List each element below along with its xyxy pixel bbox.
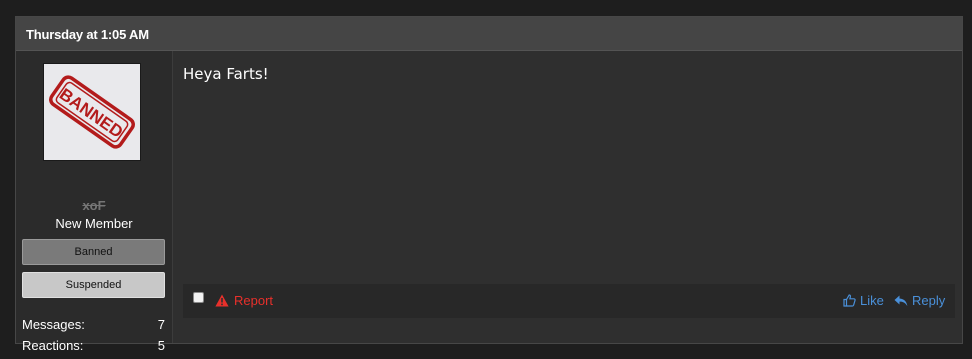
suspended-banner: Suspended [22, 272, 165, 298]
stat-messages-value: 7 [157, 317, 165, 332]
like-button[interactable]: Like [843, 293, 884, 308]
like-label: Like [860, 293, 884, 308]
stat-reactions-value: 5 [157, 338, 165, 353]
select-post-checkbox[interactable] [193, 292, 204, 303]
post-date[interactable]: Thursday at 1:05 AM [26, 27, 149, 42]
message-content-column: Heya Farts! Report Like Reply [172, 51, 962, 343]
thumbs-up-icon [843, 294, 856, 307]
post-actions-bar: Report Like Reply [183, 284, 955, 318]
message-body: Heya Farts! [183, 65, 269, 83]
report-label: Report [234, 293, 274, 308]
post-header: Thursday at 1:05 AM [16, 17, 962, 51]
user-title: New Member [55, 216, 133, 231]
report-button[interactable]: Report [215, 293, 273, 308]
stat-reactions-label: Reactions: [22, 338, 84, 353]
banned-stamp-image: BANNED [49, 75, 135, 149]
reply-label: Reply [912, 293, 946, 308]
stat-messages-label: Messages: [22, 317, 85, 332]
username[interactable]: xoF [16, 198, 172, 213]
stat-messages: Messages: 7 [22, 317, 165, 332]
reply-button[interactable]: Reply [894, 293, 945, 308]
warning-triangle-icon [215, 294, 229, 307]
user-info-column: BANNED xoF New Member Banned Suspended M… [16, 51, 172, 353]
stat-reactions: Reactions: 5 [22, 338, 165, 353]
forum-post: Thursday at 1:05 AM BANNED xoF New Membe… [15, 16, 963, 353]
avatar[interactable]: BANNED [43, 63, 141, 161]
banned-banner: Banned [22, 239, 165, 265]
reply-arrow-icon [894, 295, 908, 306]
